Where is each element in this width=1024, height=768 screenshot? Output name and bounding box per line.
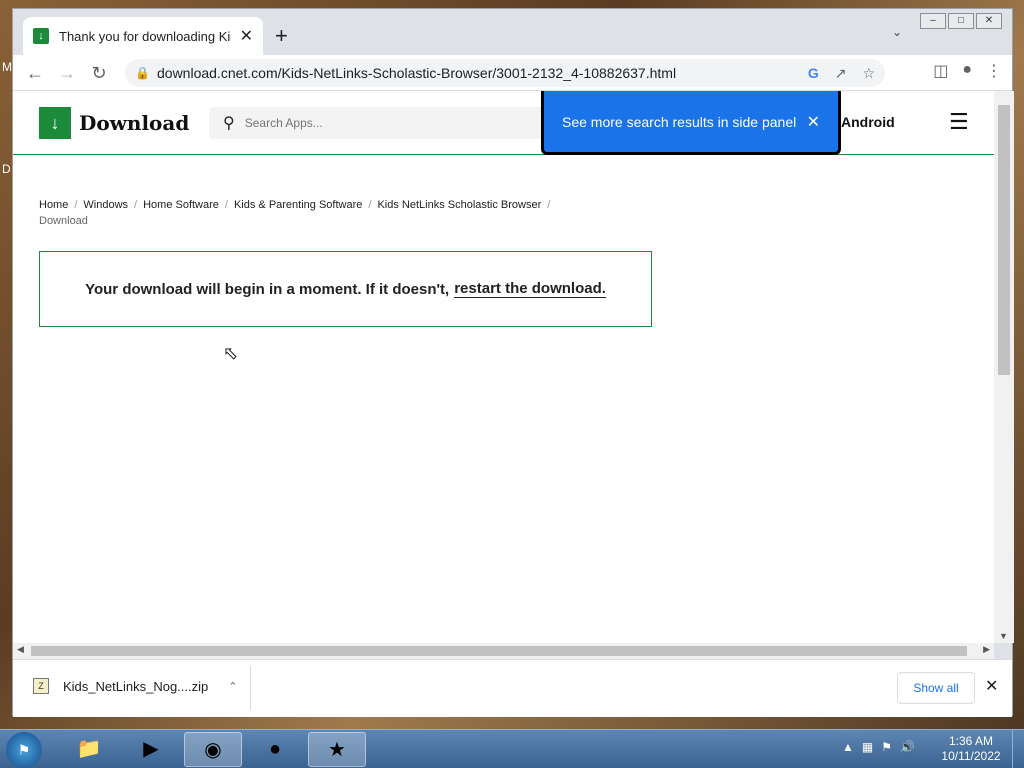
breadcrumb-home[interactable]: Home: [39, 199, 68, 211]
desktop-icon-label: D: [2, 162, 11, 176]
search-icon[interactable]: ⚲: [223, 113, 235, 133]
horizontal-scrollbar[interactable]: ◀ ▶: [13, 643, 994, 659]
reload-icon[interactable]: ↻: [87, 61, 111, 85]
system-tray: ▲ ▦ ⚑ 🔊: [842, 740, 915, 754]
flag-icon[interactable]: ⚑: [881, 740, 892, 754]
download-filename[interactable]: Kids_NetLinks_Nog....zip: [63, 679, 208, 694]
download-logo-icon[interactable]: ↓: [39, 107, 71, 139]
zip-file-icon: Z: [33, 678, 49, 694]
system-clock[interactable]: 1:36 AM 10/11/2022: [936, 734, 1006, 764]
app-taskbar-icon[interactable]: ★: [308, 732, 366, 767]
chevron-up-icon[interactable]: ⌃: [228, 680, 237, 693]
firefox-taskbar-icon[interactable]: ●: [246, 732, 304, 767]
site-search-box[interactable]: ⚲: [209, 107, 569, 139]
window-close-button[interactable]: ✕: [976, 13, 1002, 29]
windows-taskbar: ⚑ 📁 ▶ ◉ ● ★ ▲ ▦ ⚑ 🔊 1:36 AM 10/11/2022: [0, 729, 1024, 768]
google-icon[interactable]: G: [808, 65, 819, 82]
menu-kebab-icon[interactable]: ⋮: [986, 61, 1002, 81]
download-item[interactable]: Z Kids_NetLinks_Nog....zip ⌃: [33, 678, 237, 694]
breadcrumb-current: Download: [39, 215, 88, 227]
tab-title: Thank you for downloading Kids: [59, 28, 231, 44]
clock-time: 1:36 AM: [948, 734, 994, 748]
restart-download-link[interactable]: restart the download.: [454, 280, 606, 298]
breadcrumb-windows[interactable]: Windows: [83, 199, 128, 211]
tab-search-chevron-icon[interactable]: ⌄: [892, 25, 902, 39]
minimize-button[interactable]: –: [920, 13, 946, 29]
back-icon[interactable]: ←: [23, 61, 47, 85]
explorer-taskbar-icon[interactable]: 📁: [60, 732, 118, 767]
mouse-cursor-icon: ⬁: [223, 343, 239, 363]
chrome-taskbar-icon[interactable]: ◉: [184, 732, 242, 767]
url-text[interactable]: download.cnet.com/Kids-NetLinks-Scholast…: [157, 65, 676, 81]
new-tab-icon[interactable]: +: [275, 23, 288, 49]
side-panel-icon[interactable]: ◫: [933, 61, 948, 81]
show-all-button[interactable]: Show all: [897, 672, 975, 704]
breadcrumb: Home / Windows / Home Software / Kids & Parent…: [39, 199, 551, 227]
browser-toolbar: ← → ↻ 🔒 download.cnet.com/Kids-NetLinks-…: [13, 55, 1012, 91]
desktop-icon-label: M: [2, 60, 12, 74]
tab-strip: ↓ Thank you for downloading Kids ✕ + ⌄ –…: [13, 9, 1012, 55]
bookmark-star-icon[interactable]: ☆: [862, 65, 875, 82]
hamburger-menu-icon[interactable]: ☰: [949, 109, 969, 135]
side-panel-promo-popup[interactable]: See more search results in side panel ✕: [541, 91, 841, 155]
download-shelf-close-icon[interactable]: ✕: [985, 676, 998, 696]
tab-active[interactable]: ↓ Thank you for downloading Kids ✕: [23, 17, 263, 55]
page-viewport: ↓ Download ⚲ Android ☰ See more search r…: [13, 91, 994, 643]
popup-close-icon[interactable]: ✕: [807, 112, 820, 132]
vertical-scroll-thumb[interactable]: [998, 105, 1010, 375]
forward-icon[interactable]: →: [55, 61, 79, 85]
site-logo-text[interactable]: Download: [79, 111, 189, 135]
tab-close-icon[interactable]: ✕: [240, 26, 253, 46]
share-icon[interactable]: ↗: [835, 65, 847, 82]
maximize-button[interactable]: □: [948, 13, 974, 29]
show-desktop-button[interactable]: [1012, 730, 1024, 768]
download-notice-box: Your download will begin in a moment. If…: [39, 251, 652, 327]
browser-window: ↓ Thank you for downloading Kids ✕ + ⌄ –…: [12, 8, 1014, 717]
breadcrumb-kids-parenting[interactable]: Kids & Parenting Software: [234, 199, 362, 211]
volume-icon[interactable]: 🔊: [900, 740, 915, 754]
tray-expand-icon[interactable]: ▲: [842, 740, 854, 754]
media-player-taskbar-icon[interactable]: ▶: [122, 732, 180, 767]
profile-avatar-icon[interactable]: ●: [962, 61, 972, 81]
address-bar[interactable]: 🔒 download.cnet.com/Kids-NetLinks-Schola…: [125, 59, 885, 87]
horizontal-scroll-thumb[interactable]: [31, 646, 967, 656]
popup-text[interactable]: See more search results in side panel: [562, 114, 796, 130]
lock-icon[interactable]: 🔒: [135, 66, 150, 80]
breadcrumb-home-software[interactable]: Home Software: [143, 199, 219, 211]
scroll-right-arrow-icon[interactable]: ▶: [983, 644, 990, 655]
network-icon[interactable]: ▦: [862, 740, 873, 754]
breadcrumb-app[interactable]: Kids NetLinks Scholastic Browser: [377, 199, 541, 211]
vertical-scrollbar[interactable]: ▼: [994, 91, 1014, 643]
download-favicon-icon: ↓: [33, 28, 49, 44]
search-input[interactable]: [244, 116, 525, 130]
site-header: ↓ Download ⚲ Android ☰: [13, 91, 994, 155]
clock-date: 10/11/2022: [941, 749, 1001, 763]
divider: [250, 666, 251, 710]
download-message: Your download will begin in a moment. If…: [85, 280, 450, 298]
scroll-left-arrow-icon[interactable]: ◀: [17, 644, 24, 655]
android-nav-link[interactable]: Android: [841, 114, 895, 130]
download-shelf: Z Kids_NetLinks_Nog....zip ⌃ Show all ✕: [13, 659, 1012, 717]
start-button[interactable]: ⚑: [6, 732, 42, 768]
scroll-down-arrow-icon[interactable]: ▼: [999, 631, 1008, 641]
window-controls: – □ ✕: [920, 13, 1002, 29]
